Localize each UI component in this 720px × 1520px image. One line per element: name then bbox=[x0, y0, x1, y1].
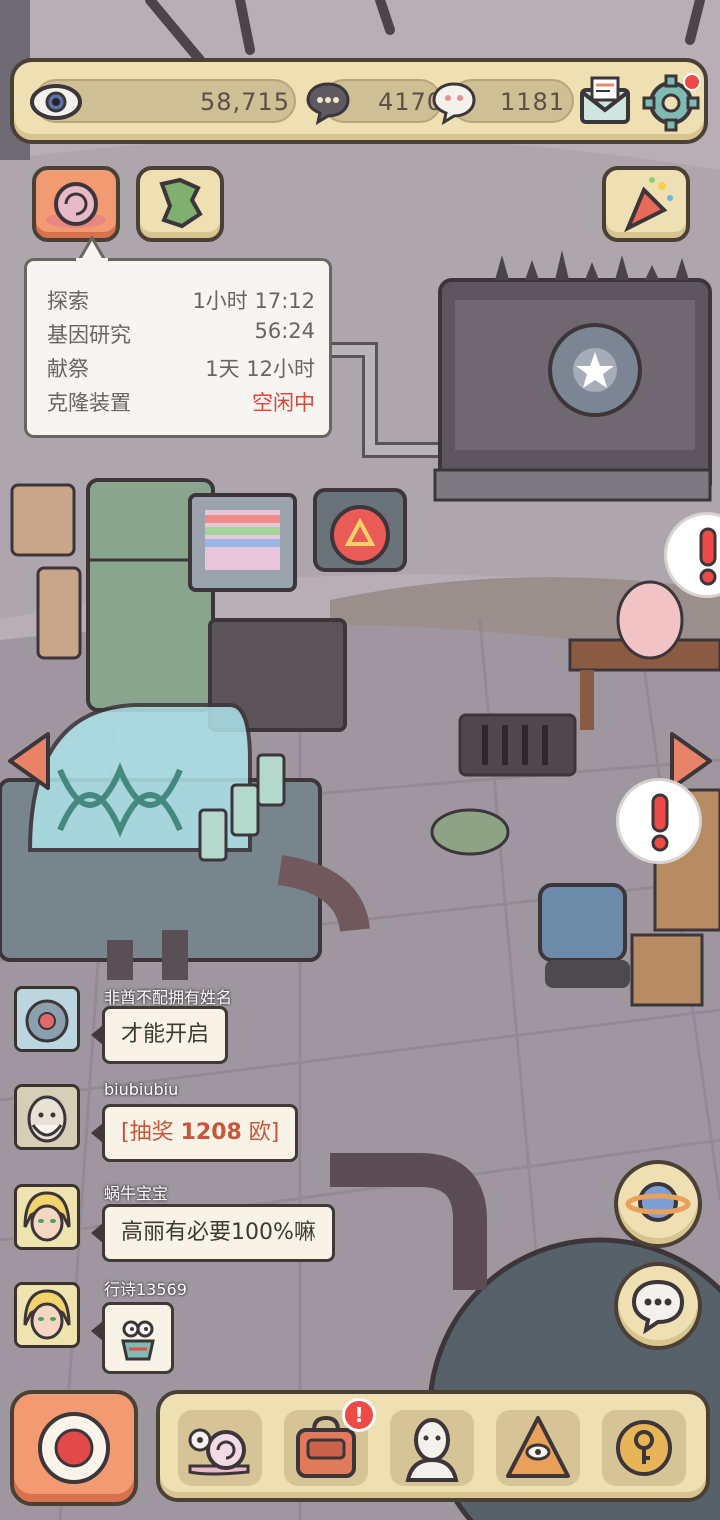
map-icon bbox=[159, 177, 203, 229]
lottery-suffix: 欧] bbox=[241, 1120, 280, 1145]
party-popper-button[interactable] bbox=[602, 166, 690, 242]
blonde-avatar[interactable] bbox=[14, 1282, 80, 1348]
robot-avatar[interactable] bbox=[14, 986, 80, 1052]
nav-pyramid[interactable] bbox=[496, 1410, 580, 1486]
status-row-clone-device: 克隆装置 空闲中 bbox=[47, 387, 315, 419]
chat-button[interactable] bbox=[614, 1262, 702, 1350]
speech-bubble-light-icon bbox=[432, 82, 476, 126]
status-label: 探索 bbox=[47, 289, 89, 313]
eye-icon bbox=[30, 84, 82, 120]
chat-message: 高丽有必要100%嘛 bbox=[91, 1204, 335, 1262]
nav-key-coin[interactable] bbox=[602, 1410, 686, 1486]
nav-snail[interactable] bbox=[178, 1410, 262, 1486]
lottery-amount: 1208 bbox=[180, 1120, 242, 1145]
old-man-avatar[interactable] bbox=[14, 1084, 80, 1150]
lottery-prefix: [抽奖 bbox=[121, 1120, 181, 1145]
status-value: 1小时 17:12 bbox=[192, 289, 315, 313]
gear-icon[interactable] bbox=[640, 70, 702, 132]
nav-statue[interactable] bbox=[390, 1410, 474, 1486]
statue-icon bbox=[405, 1418, 459, 1482]
status-label: 基因研究 bbox=[47, 323, 131, 347]
planet-icon bbox=[625, 1182, 691, 1222]
status-value: 1天 12小时 bbox=[205, 357, 315, 381]
record-button[interactable] bbox=[10, 1390, 138, 1506]
chat-username: 非酋不配拥有姓名 bbox=[104, 988, 233, 1007]
chat-username: biubiubiu bbox=[104, 1080, 179, 1099]
snail-shell-icon bbox=[46, 182, 106, 228]
snail-shell-button[interactable] bbox=[32, 166, 120, 242]
blonde-avatar[interactable] bbox=[14, 1184, 80, 1250]
chat-message: 才能开启 bbox=[90, 1006, 229, 1064]
left-arrow-icon[interactable] bbox=[4, 730, 54, 792]
alert-bubble-egg[interactable] bbox=[664, 512, 720, 598]
status-row-explore: 探索 1小时 17:12 bbox=[47, 285, 315, 317]
map-button[interactable] bbox=[136, 166, 224, 242]
status-label: 克隆装置 bbox=[47, 391, 131, 415]
chat-message-sticker bbox=[91, 1302, 174, 1374]
status-value: 56:24 bbox=[254, 319, 315, 343]
planet-button[interactable] bbox=[614, 1160, 702, 1248]
chat-message-text: 才能开启 bbox=[121, 1022, 210, 1047]
chat-message-text: 高丽有必要100%嘛 bbox=[121, 1220, 316, 1245]
status-row-sacrifice: 献祭 1天 12小时 bbox=[47, 353, 315, 385]
speech-bubble-dark-icon bbox=[306, 82, 350, 126]
chat-bubble-icon bbox=[631, 1279, 685, 1335]
sticker-icon bbox=[121, 1320, 155, 1361]
chat-message-lottery: [抽奖 1208 欧] bbox=[90, 1104, 299, 1162]
bubble-currency-count: 1181 bbox=[500, 88, 566, 116]
status-value-idle: 空闲中 bbox=[252, 391, 315, 415]
bottom-nav-bar: ! bbox=[156, 1390, 710, 1502]
mail-icon[interactable] bbox=[576, 72, 634, 130]
exclamation-icon bbox=[699, 527, 717, 586]
top-resource-bar: 58,715 4170 1181 bbox=[10, 58, 708, 144]
chat-username: 蜗牛宝宝 bbox=[104, 1184, 169, 1203]
chat-username: 行诗13569 bbox=[104, 1280, 187, 1299]
tooltip-pointer bbox=[76, 236, 108, 262]
status-row-gene-research: 基因研究 56:24 bbox=[47, 319, 315, 351]
snail-icon bbox=[188, 1428, 250, 1476]
pyramid-eye-icon bbox=[506, 1416, 570, 1478]
record-icon bbox=[38, 1412, 110, 1484]
party-popper-icon bbox=[624, 177, 673, 233]
status-tooltip: 探索 1小时 17:12 基因研究 56:24 献祭 1天 12小时 克隆装置 … bbox=[24, 258, 332, 438]
key-coin-icon bbox=[616, 1420, 672, 1476]
exclamation-icon bbox=[651, 793, 669, 852]
backpack-alert-badge: ! bbox=[342, 1398, 376, 1432]
alert-bubble-crate[interactable] bbox=[616, 778, 702, 864]
status-label: 献祭 bbox=[47, 357, 89, 381]
eye-count: 58,715 bbox=[200, 88, 290, 116]
